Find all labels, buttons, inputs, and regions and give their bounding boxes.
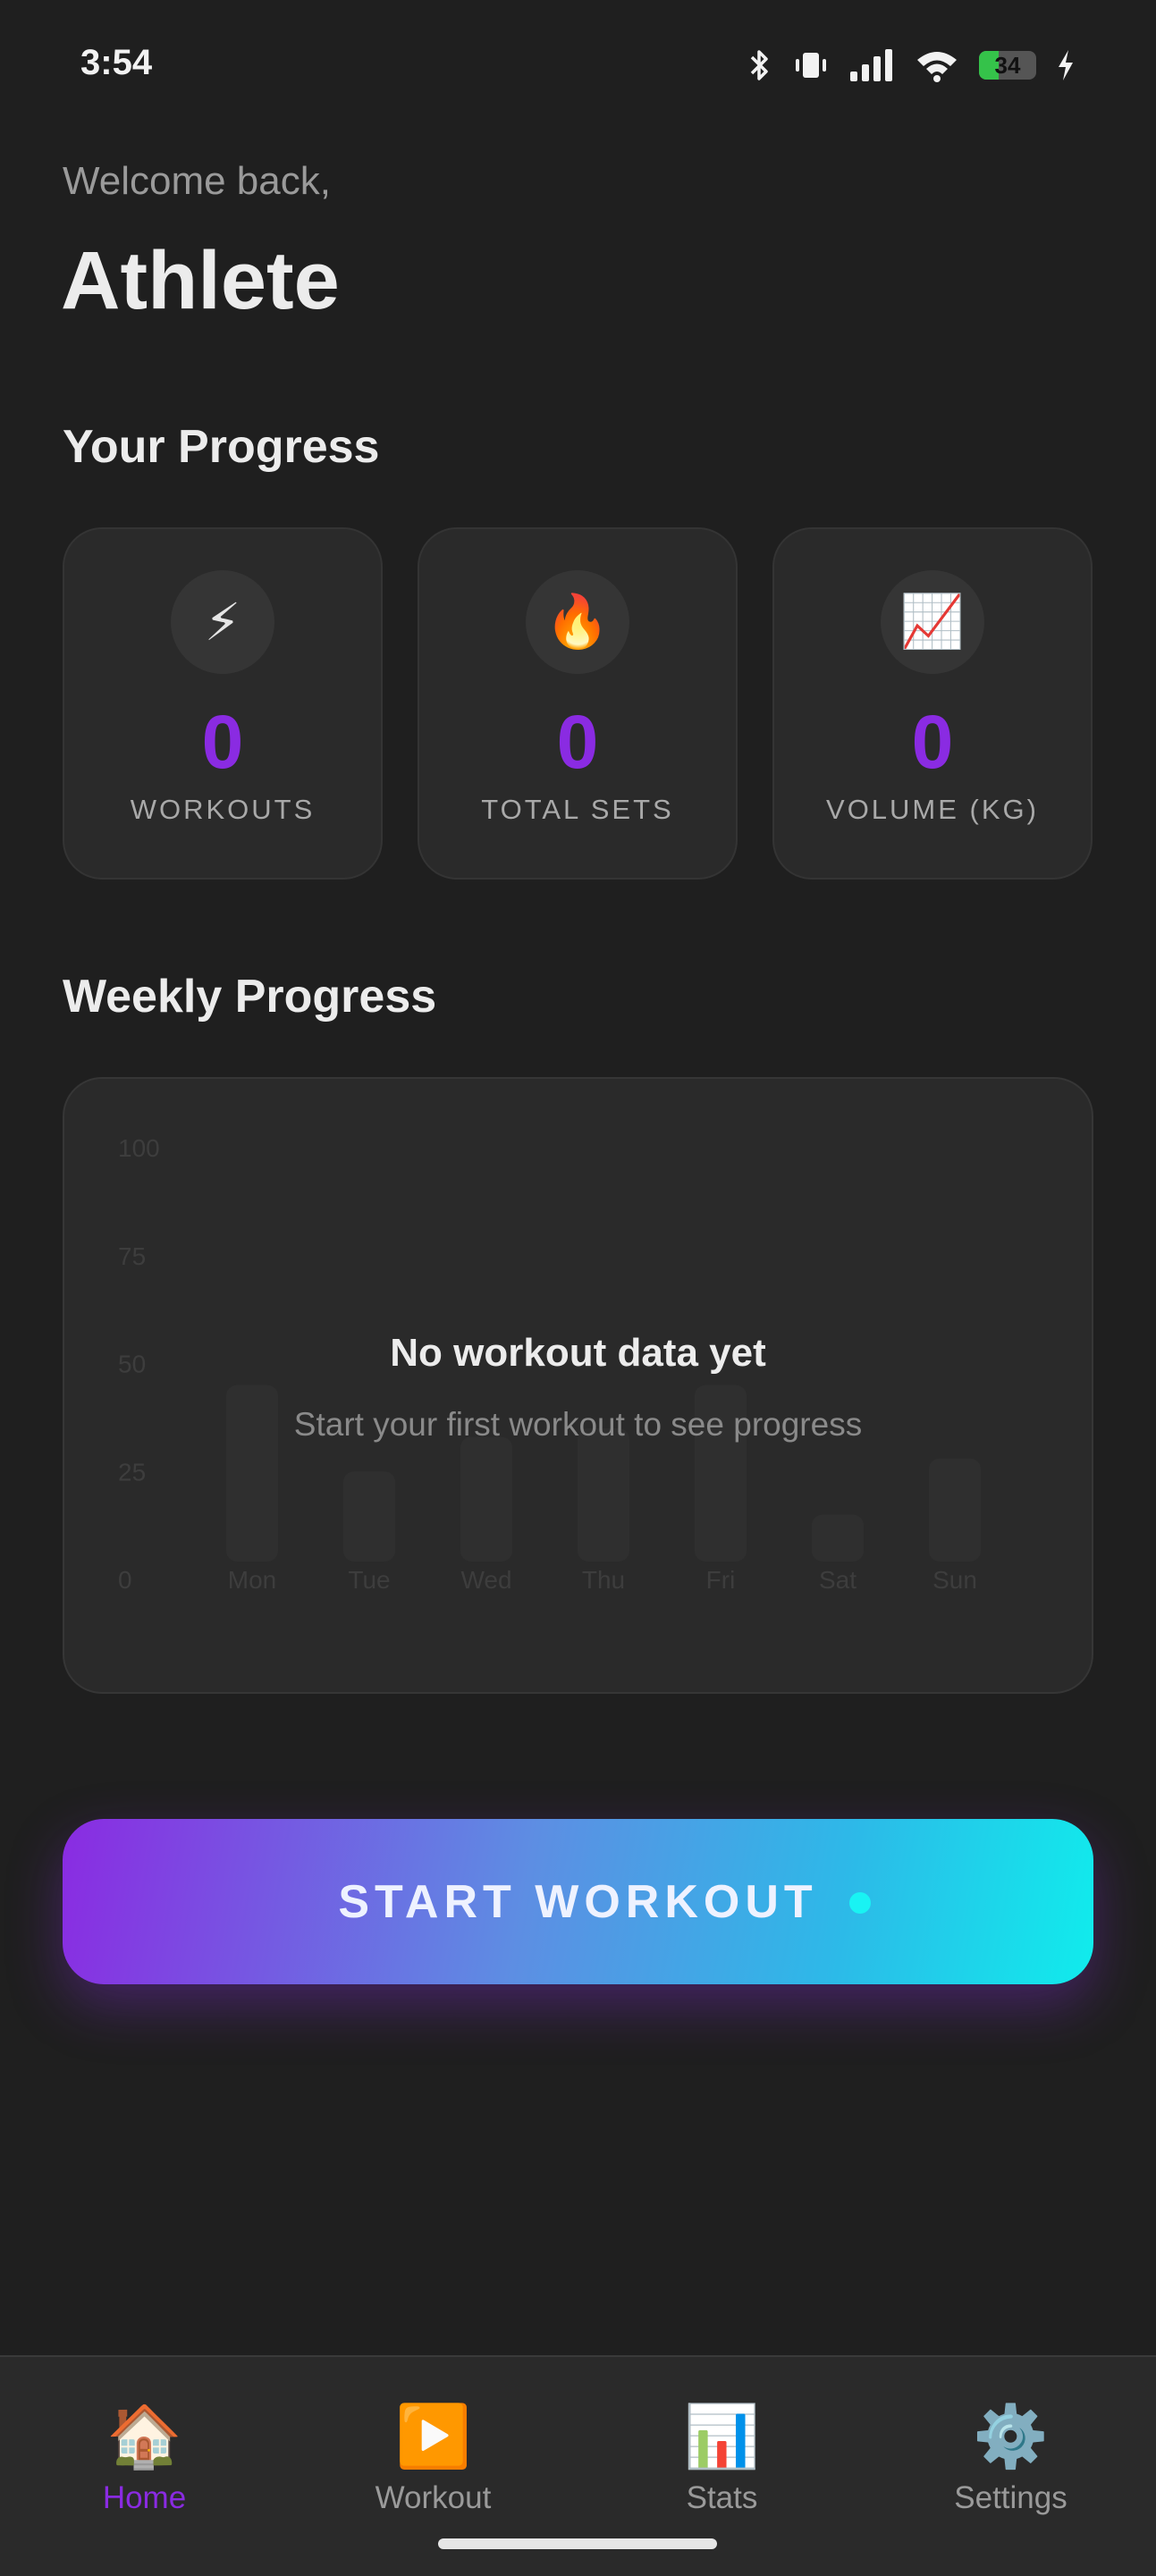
signal-icon <box>848 47 895 83</box>
lightning-icon: ⚡ <box>171 570 274 674</box>
battery-icon: 34 <box>979 51 1036 80</box>
x-tick-label: Fri <box>706 1566 736 1594</box>
chart-increasing-icon: 📈 <box>881 570 984 674</box>
nav-item-stats[interactable]: 📊 Stats <box>578 2402 866 2536</box>
chart-bar <box>578 1427 629 1562</box>
weekly-chart: 1007550250 Mon Tue Wed Thu Fri Sat Sun <box>118 1134 981 1594</box>
welcome-name: Athlete <box>61 235 340 326</box>
chart-bar <box>812 1514 864 1562</box>
stat-value: 0 <box>556 700 599 784</box>
bar-chart-icon: 📊 <box>684 2403 760 2471</box>
stat-value: 0 <box>911 700 954 784</box>
nav-item-settings[interactable]: ⚙️ Settings <box>866 2402 1155 2536</box>
nav-label: Stats <box>686 2480 758 2515</box>
x-tick-label: Tue <box>348 1566 390 1594</box>
play-icon: ▶️ <box>395 2403 471 2471</box>
nav-item-home[interactable]: 🏠 Home <box>0 2402 289 2536</box>
nav-item-workout[interactable]: ▶️ Workout <box>289 2402 578 2536</box>
charging-icon <box>1056 47 1076 83</box>
progress-title: Your Progress <box>63 421 380 473</box>
y-tick-label: 25 <box>118 1458 146 1486</box>
x-tick-label: Sun <box>932 1566 977 1594</box>
stat-card-workouts: ⚡ 0 WORKOUTS <box>63 527 383 880</box>
pulse-dot <box>849 1892 871 1914</box>
start-workout-button[interactable]: START WORKOUT <box>63 1819 1093 1984</box>
weekly-chart-card: 100 75 50 25 0 Mon Tue Wed Thu Fri Sat Sun No worko… <box>63 1077 1093 1694</box>
weekly-title: Weekly Progress <box>63 971 437 1023</box>
empty-state-title: No workout data yet <box>390 1331 766 1375</box>
nav-label: Home <box>102 2480 187 2515</box>
status-time: 3:54 <box>80 43 153 82</box>
start-workout-label: START WORKOUT <box>338 1875 818 1928</box>
x-tick-label: Mon <box>228 1566 276 1594</box>
home-icon: 🏠 <box>106 2403 182 2471</box>
status-icons: 34 <box>747 43 1076 88</box>
y-tick-label: 0 <box>118 1566 132 1594</box>
home-indicator <box>438 2538 717 2549</box>
empty-state-subtitle: Start your first workout to see progress <box>293 1406 863 1443</box>
x-tick-label: Wed <box>460 1566 511 1594</box>
chart-bar <box>460 1436 512 1562</box>
chart-bar <box>343 1471 395 1562</box>
chart-bar <box>929 1458 981 1562</box>
stat-label: WORKOUTS <box>130 794 316 825</box>
x-tick-label: Thu <box>582 1566 625 1594</box>
nav-label: Workout <box>375 2480 492 2515</box>
stat-value: 0 <box>201 700 244 784</box>
x-tick-label: Sat <box>819 1566 856 1594</box>
vibrate-icon <box>793 47 829 83</box>
stat-card-volume: 📈 0 VOLUME (KG) <box>772 527 1093 880</box>
wifi-icon <box>915 47 959 83</box>
nav-label: Settings <box>954 2480 1067 2515</box>
fire-icon: 🔥 <box>526 570 629 674</box>
y-tick-label: 75 <box>118 1242 146 1270</box>
stat-card-total-sets: 🔥 0 TOTAL SETS <box>418 527 738 880</box>
gear-icon: ⚙️ <box>973 2403 1049 2471</box>
y-tick-label: 100 <box>118 1134 160 1162</box>
stat-label: VOLUME (KG) <box>826 794 1039 825</box>
battery-percent: 34 <box>994 51 1021 79</box>
stat-label: TOTAL SETS <box>481 794 674 825</box>
status-bar: 3:54 34 <box>0 0 1156 134</box>
bluetooth-icon <box>747 47 773 83</box>
welcome-subtitle: Welcome back, <box>63 159 331 203</box>
